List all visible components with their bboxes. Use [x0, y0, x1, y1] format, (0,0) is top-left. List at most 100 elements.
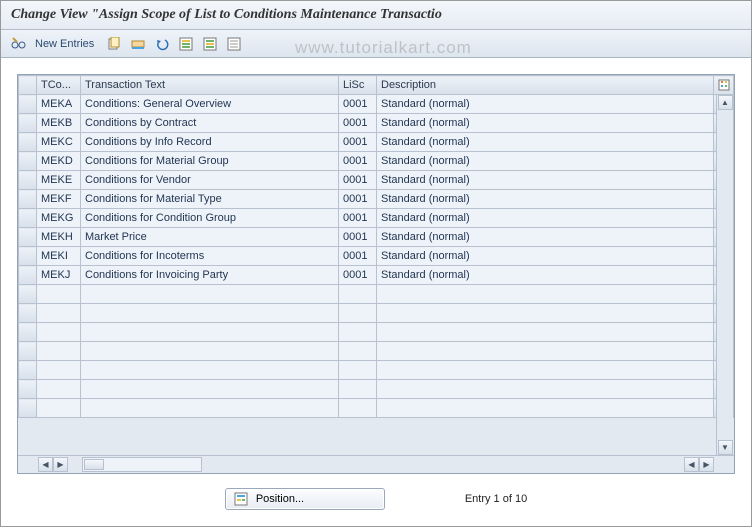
hscroll2-right-button[interactable]: ▶ [699, 457, 714, 472]
table-row[interactable]: MEKAConditions: General Overview0001Stan… [19, 95, 734, 114]
cell-tcode[interactable]: MEKG [37, 209, 81, 228]
cell-lisc[interactable]: 0001 [339, 228, 377, 247]
table-row-empty[interactable] [19, 285, 734, 304]
cell-lisc[interactable]: 0001 [339, 209, 377, 228]
row-selector[interactable] [19, 247, 37, 266]
cell-lisc[interactable] [339, 380, 377, 399]
cell-transaction-text[interactable] [81, 380, 339, 399]
deselect-all-button[interactable] [224, 34, 244, 54]
cell-transaction-text[interactable]: Conditions for Material Type [81, 190, 339, 209]
cell-tcode[interactable]: MEKF [37, 190, 81, 209]
cell-lisc[interactable]: 0001 [339, 114, 377, 133]
col-description-header[interactable]: Description [377, 76, 714, 95]
toggle-display-change-button[interactable] [9, 34, 29, 54]
cell-transaction-text[interactable]: Conditions: General Overview [81, 95, 339, 114]
table-row[interactable]: MEKBConditions by Contract0001Standard (… [19, 114, 734, 133]
row-selector[interactable] [19, 152, 37, 171]
cell-tcode[interactable] [37, 380, 81, 399]
row-selector[interactable] [19, 304, 37, 323]
cell-lisc[interactable] [339, 304, 377, 323]
cell-transaction-text[interactable] [81, 285, 339, 304]
cell-lisc[interactable]: 0001 [339, 95, 377, 114]
cell-tcode[interactable] [37, 285, 81, 304]
cell-transaction-text[interactable]: Conditions by Contract [81, 114, 339, 133]
scroll-down-button[interactable]: ▼ [718, 440, 733, 455]
copy-as-button[interactable] [104, 34, 124, 54]
cell-tcode[interactable]: MEKJ [37, 266, 81, 285]
cell-tcode[interactable] [37, 323, 81, 342]
cell-transaction-text[interactable]: Conditions by Info Record [81, 133, 339, 152]
cell-tcode[interactable]: MEKB [37, 114, 81, 133]
cell-transaction-text[interactable]: Conditions for Invoicing Party [81, 266, 339, 285]
cell-transaction-text[interactable] [81, 399, 339, 418]
hscroll2-left-button[interactable]: ◀ [684, 457, 699, 472]
col-config-header[interactable] [714, 76, 734, 95]
table-row[interactable]: MEKFConditions for Material Type0001Stan… [19, 190, 734, 209]
table-row-empty[interactable] [19, 323, 734, 342]
col-select-header[interactable] [19, 76, 37, 95]
cell-transaction-text[interactable] [81, 304, 339, 323]
cell-lisc[interactable]: 0001 [339, 247, 377, 266]
cell-lisc[interactable] [339, 399, 377, 418]
col-transaction-text-header[interactable]: Transaction Text [81, 76, 339, 95]
row-selector[interactable] [19, 171, 37, 190]
cell-tcode[interactable]: MEKD [37, 152, 81, 171]
table-row[interactable]: MEKCConditions by Info Record0001Standar… [19, 133, 734, 152]
position-button[interactable]: Position... [225, 488, 385, 510]
table-row[interactable]: MEKJConditions for Invoicing Party0001St… [19, 266, 734, 285]
hscroll-track[interactable] [82, 457, 202, 472]
cell-transaction-text[interactable]: Conditions for Incoterms [81, 247, 339, 266]
row-selector[interactable] [19, 114, 37, 133]
new-entries-button[interactable]: New Entries [33, 38, 100, 50]
row-selector[interactable] [19, 95, 37, 114]
table-row[interactable]: MEKGConditions for Condition Group0001St… [19, 209, 734, 228]
table-row-empty[interactable] [19, 361, 734, 380]
table-row-empty[interactable] [19, 342, 734, 361]
col-lisc-header[interactable]: LiSc [339, 76, 377, 95]
cell-transaction-text[interactable] [81, 342, 339, 361]
row-selector[interactable] [19, 361, 37, 380]
row-selector[interactable] [19, 380, 37, 399]
undo-button[interactable] [152, 34, 172, 54]
hscroll1-left-button[interactable]: ◀ [38, 457, 53, 472]
select-block-button[interactable] [200, 34, 220, 54]
cell-transaction-text[interactable]: Conditions for Material Group [81, 152, 339, 171]
row-selector[interactable] [19, 133, 37, 152]
col-tcode-header[interactable]: TCo... [37, 76, 81, 95]
hscroll-thumb[interactable] [84, 459, 104, 470]
cell-tcode[interactable] [37, 342, 81, 361]
cell-tcode[interactable]: MEKH [37, 228, 81, 247]
cell-tcode[interactable] [37, 399, 81, 418]
cell-lisc[interactable]: 0001 [339, 171, 377, 190]
cell-tcode[interactable]: MEKC [37, 133, 81, 152]
select-all-button[interactable] [176, 34, 196, 54]
cell-transaction-text[interactable] [81, 361, 339, 380]
cell-lisc[interactable]: 0001 [339, 152, 377, 171]
cell-transaction-text[interactable]: Conditions for Vendor [81, 171, 339, 190]
table-row-empty[interactable] [19, 380, 734, 399]
row-selector[interactable] [19, 228, 37, 247]
cell-lisc[interactable]: 0001 [339, 266, 377, 285]
row-selector[interactable] [19, 209, 37, 228]
table-row-empty[interactable] [19, 304, 734, 323]
row-selector[interactable] [19, 323, 37, 342]
hscroll1-right-button[interactable]: ▶ [53, 457, 68, 472]
cell-tcode[interactable]: MEKA [37, 95, 81, 114]
cell-tcode[interactable]: MEKI [37, 247, 81, 266]
cell-lisc[interactable]: 0001 [339, 190, 377, 209]
row-selector[interactable] [19, 342, 37, 361]
row-selector[interactable] [19, 266, 37, 285]
table-row[interactable]: MEKHMarket Price0001Standard (normal) [19, 228, 734, 247]
row-selector[interactable] [19, 285, 37, 304]
cell-transaction-text[interactable] [81, 323, 339, 342]
cell-tcode[interactable]: MEKE [37, 171, 81, 190]
table-row[interactable]: MEKEConditions for Vendor0001Standard (n… [19, 171, 734, 190]
cell-lisc[interactable] [339, 285, 377, 304]
cell-transaction-text[interactable]: Conditions for Condition Group [81, 209, 339, 228]
cell-tcode[interactable] [37, 361, 81, 380]
cell-lisc[interactable] [339, 323, 377, 342]
cell-lisc[interactable] [339, 342, 377, 361]
scroll-up-button[interactable]: ▲ [718, 95, 733, 110]
cell-tcode[interactable] [37, 304, 81, 323]
table-row[interactable]: MEKDConditions for Material Group0001Sta… [19, 152, 734, 171]
